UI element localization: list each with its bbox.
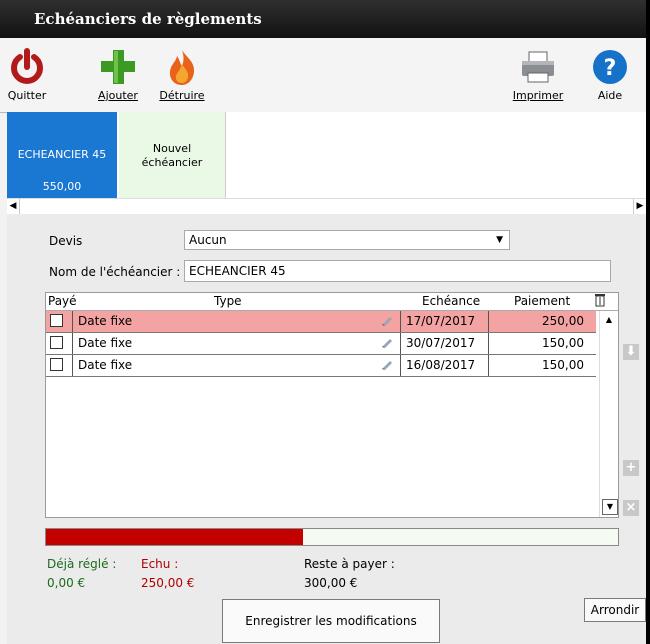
add-label: Ajouter [98,89,138,102]
table-header: Payé Type Echéance Paiement [46,293,618,311]
save-button[interactable]: Enregistrer les modifications [222,599,440,643]
schedule-tabs: ECHEANCIER 45 550,00 Nouvel échéancier [7,112,646,199]
destroy-label: Détruire [159,89,205,102]
table-row[interactable]: Date fixe 30/07/2017 150,00 [46,333,596,355]
plus-icon [101,50,135,84]
progress-fill [46,529,304,545]
remaining-value: 300,00 € [304,576,358,590]
row-date: 17/07/2017 [406,314,476,328]
add-button[interactable]: Ajouter [94,48,142,102]
row-amount: 150,00 [542,336,584,350]
row-date: 30/07/2017 [406,336,476,350]
table-scrollbar[interactable]: ▲ ▼ [599,311,618,517]
row-amount: 150,00 [542,358,584,372]
tab-name: ECHEANCIER 45 [17,148,107,161]
power-icon [11,48,43,84]
tab-new-schedule[interactable]: Nouvel échéancier [119,112,226,198]
toolbar: Quitter Ajouter Détruire Imprimer ? Aide [0,38,646,113]
help-icon: ? [593,50,627,84]
table-row[interactable]: Date fixe 17/07/2017 250,00 [46,311,596,333]
tab-new-line1: Nouvel [152,142,192,155]
window-title: Echéanciers de règlements [34,10,262,28]
row-type: Date fixe [78,314,133,328]
round-button[interactable]: Arrondir [584,598,646,622]
scroll-left-icon[interactable]: ◀ [7,199,20,214]
move-down-icon[interactable]: ⬇ [623,344,639,360]
delete-row-icon[interactable]: × [623,500,639,516]
svg-text:?: ? [604,56,617,81]
tabs-scrollbar[interactable]: ◀ ▶ [7,198,646,215]
col-paid: Payé [48,294,77,308]
paid-value: 0,00 € [47,576,86,590]
due-value: 250,00 € [141,576,195,590]
help-label: Aide [597,89,623,102]
devis-label: Devis [49,234,83,248]
due-label: Echu : [141,557,179,571]
scroll-right-icon[interactable]: ▶ [633,199,646,214]
col-type: Type [214,294,242,308]
pencil-icon[interactable] [380,335,394,349]
title-bar: Echéanciers de règlements [0,0,646,38]
scroll-down-icon[interactable]: ▼ [602,499,618,515]
schedule-name-input[interactable]: ECHEANCIER 45 [184,260,611,282]
round-label: Arrondir [590,603,640,617]
schedule-name-value: ECHEANCIER 45 [189,264,286,278]
row-date: 16/08/2017 [406,358,476,372]
row-type: Date fixe [78,336,133,350]
table-row[interactable]: Date fixe 16/08/2017 150,00 [46,355,596,377]
add-row-icon[interactable]: + [623,460,639,476]
paid-label: Déjà réglé : [47,557,117,571]
schedule-panel: Devis Aucun ▼ Nom de l'échéancier : ECHE… [7,214,646,644]
help-button[interactable]: ? Aide [590,48,630,102]
save-label: Enregistrer les modifications [245,614,417,628]
schedule-name-label: Nom de l'échéancier : [49,265,181,279]
tab-new-line2: échéancier [141,156,203,169]
payment-progress-bar [45,528,619,546]
installments-table: Payé Type Echéance Paiement Date fixe 17… [45,292,619,518]
print-button[interactable]: Imprimer [509,48,567,102]
destroy-button[interactable]: Détruire [157,48,207,102]
printer-icon [522,51,554,83]
paid-checkbox[interactable] [50,336,63,349]
trash-icon[interactable] [594,293,606,310]
col-due: Echéance [422,294,481,308]
pencil-icon[interactable] [380,313,394,327]
print-label: Imprimer [512,89,564,102]
remaining-label: Reste à payer : [304,557,395,571]
col-payment: Paiement [514,294,571,308]
app-window: Echéanciers de règlements Quitter Ajoute… [0,0,646,644]
paid-checkbox[interactable] [50,358,63,371]
tab-amount: 550,00 [42,180,82,193]
quit-label: Quitter [7,89,47,102]
quit-button[interactable]: Quitter [6,48,48,102]
fire-icon [169,50,195,85]
scroll-up-icon[interactable]: ▲ [602,313,616,327]
pencil-icon[interactable] [380,357,394,371]
devis-select[interactable]: Aucun ▼ [184,230,510,250]
paid-checkbox[interactable] [50,314,63,327]
devis-value: Aucun [189,233,227,247]
row-type: Date fixe [78,358,133,372]
row-amount: 250,00 [542,314,584,328]
chevron-down-icon: ▼ [496,235,503,245]
tab-echeancier-45[interactable]: ECHEANCIER 45 550,00 [7,112,117,198]
